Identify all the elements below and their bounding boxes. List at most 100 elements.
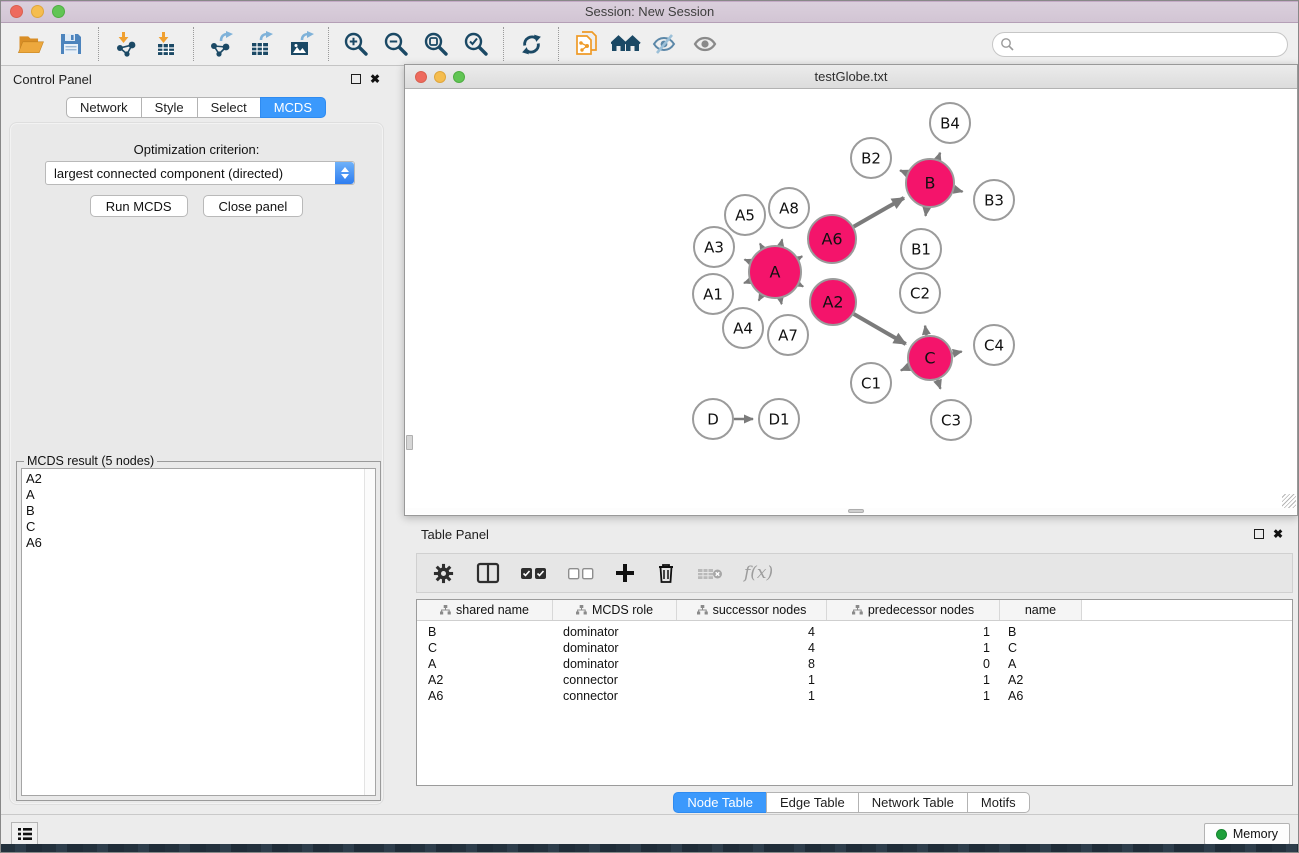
table-cell[interactable]: dominator <box>553 657 677 671</box>
table-cell[interactable]: 1 <box>827 625 1000 639</box>
clone-network-button[interactable] <box>566 25 606 63</box>
graph-edge-A2-C[interactable] <box>854 314 906 344</box>
table-cell[interactable]: A2 <box>1000 673 1082 687</box>
graph-edge-A-A8[interactable] <box>781 239 782 245</box>
table-cell[interactable]: A2 <box>417 673 553 687</box>
graph-edge-A-A2[interactable] <box>799 284 803 286</box>
tab-select[interactable]: Select <box>197 97 261 118</box>
table-cell[interactable]: 8 <box>677 657 827 671</box>
graph-node-C3[interactable]: C3 <box>931 400 971 440</box>
zoom-fit-button[interactable] <box>416 25 456 63</box>
deselect-all-button[interactable] <box>568 567 594 580</box>
table-cell[interactable]: A <box>417 657 553 671</box>
mcds-result-item[interactable]: A <box>26 487 375 503</box>
table-row[interactable]: Adominator80A <box>417 656 1292 672</box>
graph-edge-C-C3[interactable] <box>937 380 940 389</box>
mcds-result-item[interactable]: C <box>26 519 375 535</box>
graph-node-A1[interactable]: A1 <box>693 274 733 314</box>
tab-network[interactable]: Network <box>66 97 142 118</box>
search-input[interactable] <box>992 32 1288 57</box>
graph-edge-C-C4[interactable] <box>953 352 962 354</box>
hide-graphics-button[interactable] <box>646 25 686 63</box>
table-cell[interactable]: 1 <box>827 673 1000 687</box>
tab-style[interactable]: Style <box>141 97 198 118</box>
graph-edge-B-B3[interactable] <box>954 189 962 191</box>
graph-edge-B-B2[interactable] <box>900 170 907 173</box>
graph-node-B[interactable]: B <box>906 159 954 207</box>
table-cell[interactable]: B <box>417 625 553 639</box>
graph-node-A8[interactable]: A8 <box>769 188 809 228</box>
table-cell[interactable]: 4 <box>677 625 827 639</box>
column-header-mcds-role[interactable]: MCDS role <box>553 600 677 620</box>
graph-node-A5[interactable]: A5 <box>725 195 765 235</box>
table-cell[interactable]: C <box>1000 641 1082 655</box>
export-network-button[interactable] <box>201 25 241 63</box>
horizontal-scrollbar[interactable] <box>406 508 1296 514</box>
horizontal-scrollbar-thumb[interactable] <box>848 509 864 513</box>
graph-node-C2[interactable]: C2 <box>900 273 940 313</box>
graph-node-B2[interactable]: B2 <box>851 138 891 178</box>
graph-edge-A-A1[interactable] <box>744 281 750 283</box>
graph-node-D1[interactable]: D1 <box>759 399 799 439</box>
refresh-button[interactable] <box>511 25 551 63</box>
zoom-in-button[interactable] <box>336 25 376 63</box>
table-cell[interactable]: dominator <box>553 641 677 655</box>
network-window-titlebar[interactable]: testGlobe.txt <box>405 65 1297 89</box>
zoom-out-button[interactable] <box>376 25 416 63</box>
home-view-button[interactable] <box>606 25 646 63</box>
graph-node-B1[interactable]: B1 <box>901 229 941 269</box>
import-table-button[interactable] <box>146 25 186 63</box>
memory-button[interactable]: Memory <box>1204 823 1290 845</box>
table-row[interactable]: Cdominator41C <box>417 640 1292 656</box>
table-cell[interactable]: 1 <box>827 689 1000 703</box>
table-cell[interactable]: connector <box>553 689 677 703</box>
graph-node-C4[interactable]: C4 <box>974 325 1014 365</box>
open-session-button[interactable] <box>11 25 51 63</box>
table-settings-button[interactable] <box>432 562 455 585</box>
graph-edge-A-A6[interactable] <box>798 256 802 258</box>
graph-edge-B-B4[interactable] <box>938 153 940 160</box>
graph-edge-A6-B[interactable] <box>854 198 904 227</box>
table-cell[interactable]: 1 <box>827 641 1000 655</box>
graph-node-A4[interactable]: A4 <box>723 308 763 348</box>
function-builder-icon[interactable]: f(x) <box>744 563 773 583</box>
table-cell[interactable]: 4 <box>677 641 827 655</box>
graph-edge-B-B1[interactable] <box>926 208 927 216</box>
mcds-result-scrollbar[interactable] <box>364 469 375 795</box>
column-header-name[interactable]: name <box>1000 600 1082 620</box>
task-history-button[interactable] <box>11 822 38 846</box>
graph-node-B3[interactable]: B3 <box>974 180 1014 220</box>
network-canvas[interactable]: A5A8A6A3AA1A2A4A7B2B4BB3B1C2CC4C1C3DD1 <box>406 90 1296 508</box>
table-cell[interactable]: A <box>1000 657 1082 671</box>
close-table-panel-icon[interactable]: ✖ <box>1273 528 1283 540</box>
graph-node-C[interactable]: C <box>908 336 952 380</box>
graph-node-D[interactable]: D <box>693 399 733 439</box>
graph-edge-C-C1[interactable] <box>901 367 909 370</box>
tab-network-table[interactable]: Network Table <box>858 792 968 813</box>
mcds-result-item[interactable]: A2 <box>26 471 375 487</box>
table-row[interactable]: Bdominator41B <box>417 624 1292 640</box>
graph-node-A7[interactable]: A7 <box>768 315 808 355</box>
table-cell[interactable]: 0 <box>827 657 1000 671</box>
float-panel-icon[interactable] <box>351 74 361 84</box>
tab-mcds[interactable]: MCDS <box>260 97 326 118</box>
select-all-button[interactable] <box>521 567 547 580</box>
table-cell[interactable]: A6 <box>417 689 553 703</box>
export-table-button[interactable] <box>241 25 281 63</box>
column-header-successor-nodes[interactable]: successor nodes <box>677 600 827 620</box>
export-image-button[interactable] <box>281 25 321 63</box>
graph-edge-A-A4[interactable] <box>759 295 762 300</box>
graph-edge-A-A3[interactable] <box>745 260 751 262</box>
table-row[interactable]: A2connector11A2 <box>417 672 1292 688</box>
graph-node-A3[interactable]: A3 <box>694 227 734 267</box>
table-cell[interactable]: 1 <box>677 673 827 687</box>
graph-edge-A-A7[interactable] <box>780 298 781 304</box>
close-panel-icon[interactable]: ✖ <box>370 73 380 85</box>
tab-motifs[interactable]: Motifs <box>967 792 1030 813</box>
mcds-result-item[interactable]: B <box>26 503 375 519</box>
add-column-button[interactable] <box>615 563 635 583</box>
graph-edge-C-C2[interactable] <box>925 326 926 336</box>
table-cell[interactable]: B <box>1000 625 1082 639</box>
float-table-panel-icon[interactable] <box>1254 529 1264 539</box>
resize-grip-icon[interactable] <box>1282 494 1296 508</box>
